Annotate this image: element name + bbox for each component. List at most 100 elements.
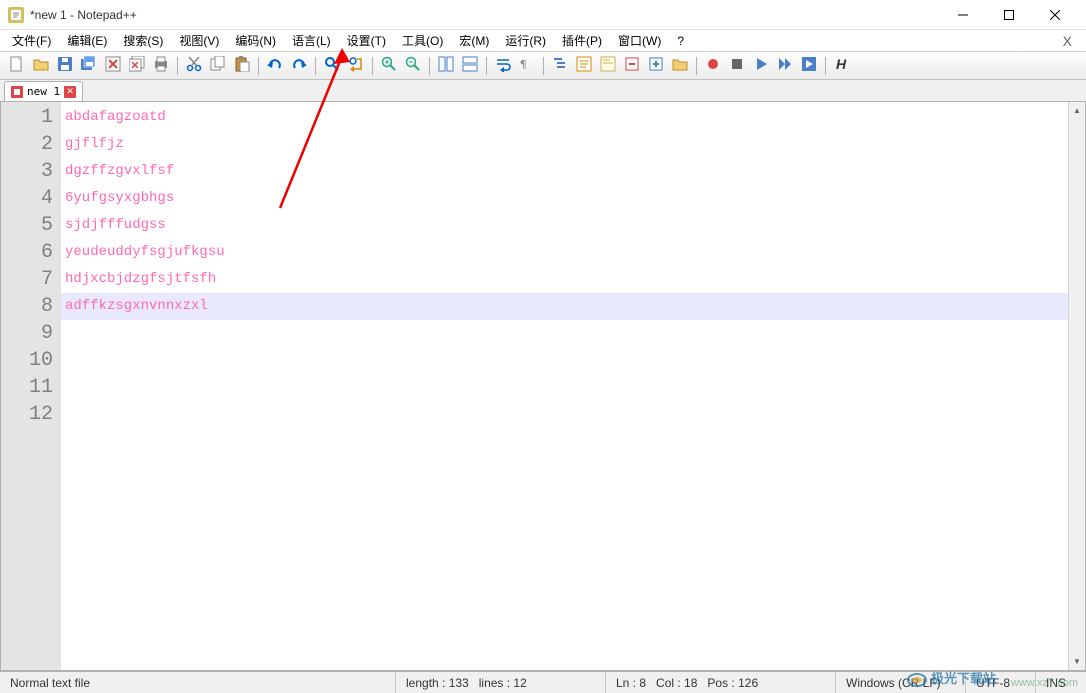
svg-text:¶: ¶ — [520, 58, 527, 71]
code-line[interactable]: abdafagzoatd — [65, 104, 1068, 131]
macro-play-button[interactable] — [750, 55, 772, 77]
cut-button[interactable] — [183, 55, 205, 77]
show-all-button[interactable]: ¶ — [516, 55, 538, 77]
code-line[interactable]: dgzffzgvxlfsf — [65, 158, 1068, 185]
code-line[interactable] — [65, 320, 1068, 347]
print-button[interactable] — [150, 55, 172, 77]
code-line[interactable]: 6yufgsyxgbhgs — [65, 185, 1068, 212]
minimize-button[interactable] — [940, 0, 986, 30]
paste-button[interactable] — [231, 55, 253, 77]
cut-icon — [186, 56, 202, 75]
menu-help[interactable]: ? — [669, 32, 692, 50]
sync-h-button[interactable] — [459, 55, 481, 77]
find-button[interactable] — [321, 55, 343, 77]
maximize-button[interactable] — [986, 0, 1032, 30]
open-file-icon — [33, 56, 49, 75]
app-icon — [8, 7, 24, 23]
new-file-button[interactable] — [6, 55, 28, 77]
scroll-down-icon[interactable]: ▼ — [1069, 653, 1085, 670]
macro-run-multi-button[interactable] — [774, 55, 796, 77]
macro-save-icon — [801, 56, 817, 75]
line-number: 11 — [1, 374, 53, 401]
redo-button[interactable] — [288, 55, 310, 77]
code-line[interactable]: sjdjfffudgss — [65, 212, 1068, 239]
close-button[interactable] — [1032, 0, 1078, 30]
line-number: 8 — [1, 293, 53, 320]
menu-language[interactable]: 语言(L) — [284, 30, 339, 51]
doc-map-button[interactable] — [597, 55, 619, 77]
undo-button[interactable] — [264, 55, 286, 77]
print-icon — [153, 56, 169, 75]
macro-save-button[interactable] — [798, 55, 820, 77]
zoom-in-button[interactable] — [378, 55, 400, 77]
copy-button[interactable] — [207, 55, 229, 77]
menubar: 文件(F) 编辑(E) 搜索(S) 视图(V) 编码(N) 语言(L) 设置(T… — [0, 30, 1086, 52]
code-line[interactable] — [65, 374, 1068, 401]
line-number: 6 — [1, 239, 53, 266]
tab-new1[interactable]: new 1 ✕ — [4, 81, 83, 101]
replace-button[interactable] — [345, 55, 367, 77]
word-wrap-icon — [495, 56, 511, 75]
menu-macro[interactable]: 宏(M) — [451, 30, 497, 51]
fold-all-button[interactable] — [621, 55, 643, 77]
macro-stop-button[interactable] — [726, 55, 748, 77]
scroll-up-icon[interactable]: ▲ — [1069, 102, 1085, 119]
menu-settings[interactable]: 设置(T) — [339, 30, 394, 51]
code-line[interactable]: yeudeuddyfsgjufkgsu — [65, 239, 1068, 266]
close-all-button[interactable] — [126, 55, 148, 77]
monitor-h-button[interactable]: H — [831, 55, 853, 77]
save-all-button[interactable] — [78, 55, 100, 77]
close-button[interactable] — [102, 55, 124, 77]
sync-v-icon — [438, 56, 454, 75]
code-line[interactable] — [65, 401, 1068, 428]
open-file-button[interactable] — [30, 55, 52, 77]
status-cursor: Ln : 8 Col : 18 Pos : 126 — [606, 672, 836, 693]
sync-v-button[interactable] — [435, 55, 457, 77]
menu-window[interactable]: 窗口(W) — [610, 30, 669, 51]
toolbar-separator — [372, 57, 373, 75]
code-line[interactable]: gjflfjz — [65, 131, 1068, 158]
function-list-button[interactable] — [573, 55, 595, 77]
menu-search[interactable]: 搜索(S) — [115, 30, 171, 51]
vertical-scrollbar[interactable]: ▲ ▼ — [1068, 102, 1085, 670]
toolbar-separator — [258, 57, 259, 75]
window-title: *new 1 - Notepad++ — [30, 8, 940, 22]
zoom-out-button[interactable] — [402, 55, 424, 77]
unfold-all-button[interactable] — [645, 55, 667, 77]
toolbar-separator — [177, 57, 178, 75]
menu-file[interactable]: 文件(F) — [4, 30, 59, 51]
undo-icon — [267, 56, 283, 75]
folder-button[interactable] — [669, 55, 691, 77]
zoom-in-icon — [381, 56, 397, 75]
tab-label: new 1 — [27, 85, 60, 98]
macro-record-button[interactable] — [702, 55, 724, 77]
word-wrap-button[interactable] — [492, 55, 514, 77]
indent-guide-button[interactable] — [549, 55, 571, 77]
menu-encoding[interactable]: 编码(N) — [227, 30, 284, 51]
sync-h-icon — [462, 56, 478, 75]
toolbar-separator — [315, 57, 316, 75]
line-number: 3 — [1, 158, 53, 185]
tab-close-icon[interactable]: ✕ — [64, 86, 76, 98]
code-line[interactable] — [65, 347, 1068, 374]
line-number: 4 — [1, 185, 53, 212]
save-button[interactable] — [54, 55, 76, 77]
menu-run[interactable]: 运行(R) — [497, 30, 554, 51]
editor: 123456789101112 abdafagzoatdgjflfjzdgzff… — [0, 102, 1086, 671]
code-line[interactable]: adffkzsgxnvnnxzxl — [65, 293, 1068, 320]
line-number: 10 — [1, 347, 53, 374]
monitor-h-icon: H — [834, 56, 850, 75]
replace-icon — [348, 56, 364, 75]
status-encoding: UTF-8 — [966, 672, 1036, 693]
fold-all-icon — [624, 56, 640, 75]
menubar-close-icon[interactable]: X — [1053, 33, 1082, 49]
folder-icon — [672, 56, 688, 75]
code-area[interactable]: abdafagzoatdgjflfjzdgzffzgvxlfsf6yufgsyx… — [61, 102, 1068, 670]
menu-plugins[interactable]: 插件(P) — [554, 30, 610, 51]
menu-edit[interactable]: 编辑(E) — [59, 30, 115, 51]
menu-tools[interactable]: 工具(O) — [394, 30, 451, 51]
svg-text:H: H — [836, 56, 847, 72]
show-all-icon: ¶ — [519, 56, 535, 75]
code-line[interactable]: hdjxcbjdzgfsjtfsfh — [65, 266, 1068, 293]
menu-view[interactable]: 视图(V) — [171, 30, 227, 51]
